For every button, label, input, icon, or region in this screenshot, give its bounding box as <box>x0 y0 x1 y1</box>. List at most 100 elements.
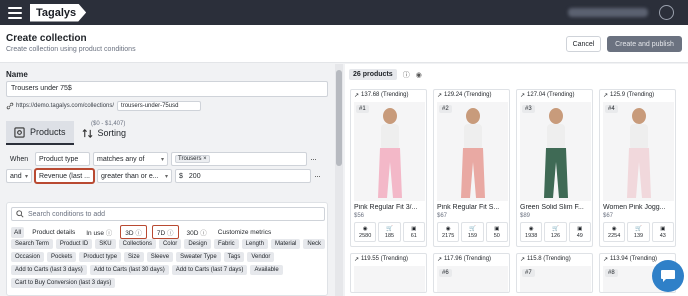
condition-tag[interactable]: Available <box>250 265 283 275</box>
product-card[interactable]: ↗ 125.9 (Trending) #4 Women Pink Jogg... $67… <box>599 89 676 247</box>
condition-tag[interactable]: SKU <box>95 239 116 249</box>
condition-tag[interactable]: Sweater Type <box>176 252 221 262</box>
trending-score-value: 127.04 (Trending) <box>527 92 575 98</box>
rule-value-input[interactable]: $200 <box>175 169 311 183</box>
trending-score: ↗ 117.96 (Trending) <box>434 254 509 264</box>
rule-connector-select[interactable]: and ▾ <box>6 169 32 183</box>
product-card[interactable]: ↗ 115.8 (Trending) #7 <box>516 253 593 293</box>
condition-tag[interactable]: Neck <box>303 239 326 249</box>
info-icon[interactable]: ⓘ <box>403 70 410 80</box>
url-slug-input[interactable]: trousers-under-75usd <box>117 101 202 111</box>
condition-tag[interactable]: Tags <box>223 252 245 262</box>
product-name[interactable]: Pink Regular Fit S... <box>437 204 509 211</box>
left-panel-scrollbar[interactable] <box>335 64 343 296</box>
filter-30d-label: 30D <box>186 230 199 237</box>
filter-in-use[interactable]: In use ⓘ <box>83 225 115 239</box>
condition-tag[interactable]: Size <box>124 252 144 262</box>
link-icon <box>6 102 14 110</box>
condition-tag[interactable]: Fabric <box>214 239 239 249</box>
product-name[interactable]: Pink Regular Fit 3/... <box>354 204 426 211</box>
app-logo[interactable]: Tagalys <box>30 3 87 22</box>
condition-tag[interactable]: Vendor <box>247 252 275 262</box>
value-chip[interactable]: Trousers × <box>175 155 210 163</box>
filter-30d[interactable]: 30D ⓘ <box>184 225 210 239</box>
tab-products[interactable]: Products <box>6 121 74 145</box>
cart-icon: 🛒 <box>386 225 393 232</box>
buys-stat: ▣ 61 <box>402 222 425 242</box>
condition-tag[interactable]: Length <box>241 239 269 249</box>
filter-all[interactable]: All <box>11 226 25 238</box>
trending-score-value: 125.9 (Trending) <box>610 92 655 98</box>
create-and-publish-button[interactable]: Create and publish <box>607 36 682 52</box>
filter-product-details[interactable]: Product details <box>29 227 78 238</box>
trending-score-value: 129.24 (Trending) <box>444 92 492 98</box>
rank-badge: #4 <box>605 105 618 113</box>
product-card[interactable]: ↗ 119.55 (Trending) <box>350 253 427 293</box>
menu-icon[interactable] <box>8 6 22 19</box>
product-card[interactable]: ↗ 129.24 (Trending) #2 Pink Regular Fit S..… <box>433 89 510 247</box>
filter-3d[interactable]: 3D ⓘ <box>120 225 147 239</box>
product-grid: ↗ 137.68 (Trending) #1 Pink Regular Fit 3/.… <box>350 89 688 296</box>
trending-up-icon: ↗ <box>437 92 443 99</box>
carts-stat: 🛒 185 <box>378 222 401 242</box>
condition-tag[interactable]: Add to Carts (last 30 days) <box>89 265 169 275</box>
product-price: $67 <box>437 213 448 219</box>
condition-tag[interactable]: Product ID <box>55 239 93 249</box>
rule-operator-select[interactable]: matches any of ▾ <box>93 152 168 166</box>
cancel-button[interactable]: Cancel <box>566 36 601 52</box>
customize-metrics-link[interactable]: Customize metrics <box>215 227 274 238</box>
condition-tag[interactable]: Design <box>184 239 211 249</box>
rule-field-select[interactable]: Revenue (last ... <box>34 168 95 184</box>
rank-badge: #2 <box>439 105 452 113</box>
condition-tag[interactable]: Product type <box>79 252 122 262</box>
trending-up-icon: ↗ <box>437 256 443 263</box>
filter-7d[interactable]: 7D ⓘ <box>151 225 179 239</box>
rule-field-select[interactable]: Product type <box>35 152 90 166</box>
product-name[interactable]: Women Pink Jogg... <box>603 204 675 211</box>
condition-tag[interactable]: Sleeve <box>146 252 174 262</box>
product-image: #6 <box>437 266 508 292</box>
rule-value-input[interactable]: Trousers × <box>171 152 307 166</box>
products-preview-panel: 26 products ⓘ ◉ ↗ 137.68 (Trending) #1 Pink… <box>345 64 688 296</box>
product-card[interactable]: ↗ 127.04 (Trending) #3 Green Solid Slim F..… <box>516 89 593 247</box>
chat-button[interactable] <box>652 260 684 292</box>
user-avatar-icon[interactable] <box>659 5 674 20</box>
rule-field-value: Revenue (last ... <box>39 172 90 180</box>
condition-tag[interactable]: Add to Carts (last 3 days) <box>11 265 87 275</box>
eye-icon[interactable]: ◉ <box>416 71 422 79</box>
search-icon <box>16 210 24 218</box>
condition-tag[interactable]: Search Term <box>11 239 53 249</box>
model-silhouette <box>378 108 402 198</box>
more-options-icon[interactable]: ··· <box>310 154 317 164</box>
condition-tag[interactable]: Color <box>158 239 182 249</box>
name-input[interactable]: Trousers under 75$ <box>6 81 328 97</box>
condition-tag[interactable]: Pockets <box>47 252 77 262</box>
trending-up-icon: ↗ <box>603 256 609 263</box>
product-card[interactable]: ↗ 137.68 (Trending) #1 Pink Regular Fit 3/.… <box>350 89 427 247</box>
user-name-blurred[interactable] <box>568 8 648 17</box>
views-value: 2175 <box>442 232 455 239</box>
buys-value: 50 <box>493 232 500 239</box>
product-image: #1 <box>354 102 425 201</box>
scrollbar-thumb[interactable] <box>336 70 342 166</box>
conditions-panel: Search conditions to add All Product det… <box>6 202 328 296</box>
model-silhouette <box>627 108 651 198</box>
product-stats: ◉ 2175 🛒 159 ▣ 50 <box>437 222 508 242</box>
info-icon: ⓘ <box>135 230 142 237</box>
rule-connector-value: and <box>10 172 22 180</box>
rule-operator-select[interactable]: greater than or e... ▾ <box>97 169 172 183</box>
condition-tag[interactable]: Cart to Buy Conversion (last 3 days) <box>11 278 116 288</box>
condition-tag[interactable]: Collections <box>118 239 156 249</box>
views-value: 2580 <box>359 232 372 239</box>
condition-tag[interactable]: Material <box>271 239 301 249</box>
bag-icon: ▣ <box>577 225 583 232</box>
product-name[interactable]: Green Solid Slim F... <box>520 204 592 211</box>
trending-up-icon: ↗ <box>354 256 360 263</box>
product-card[interactable]: ↗ 117.96 (Trending) #6 <box>433 253 510 293</box>
condition-tag[interactable]: Occasion <box>11 252 45 262</box>
condition-tag[interactable]: Add to Carts (last 7 days) <box>171 265 248 275</box>
conditions-search-input[interactable]: Search conditions to add <box>11 207 325 221</box>
product-image: #4 <box>603 102 674 201</box>
more-options-icon[interactable]: ··· <box>314 171 321 181</box>
product-stats: ◉ 2254 🛒 139 ▣ 43 <box>603 222 674 242</box>
